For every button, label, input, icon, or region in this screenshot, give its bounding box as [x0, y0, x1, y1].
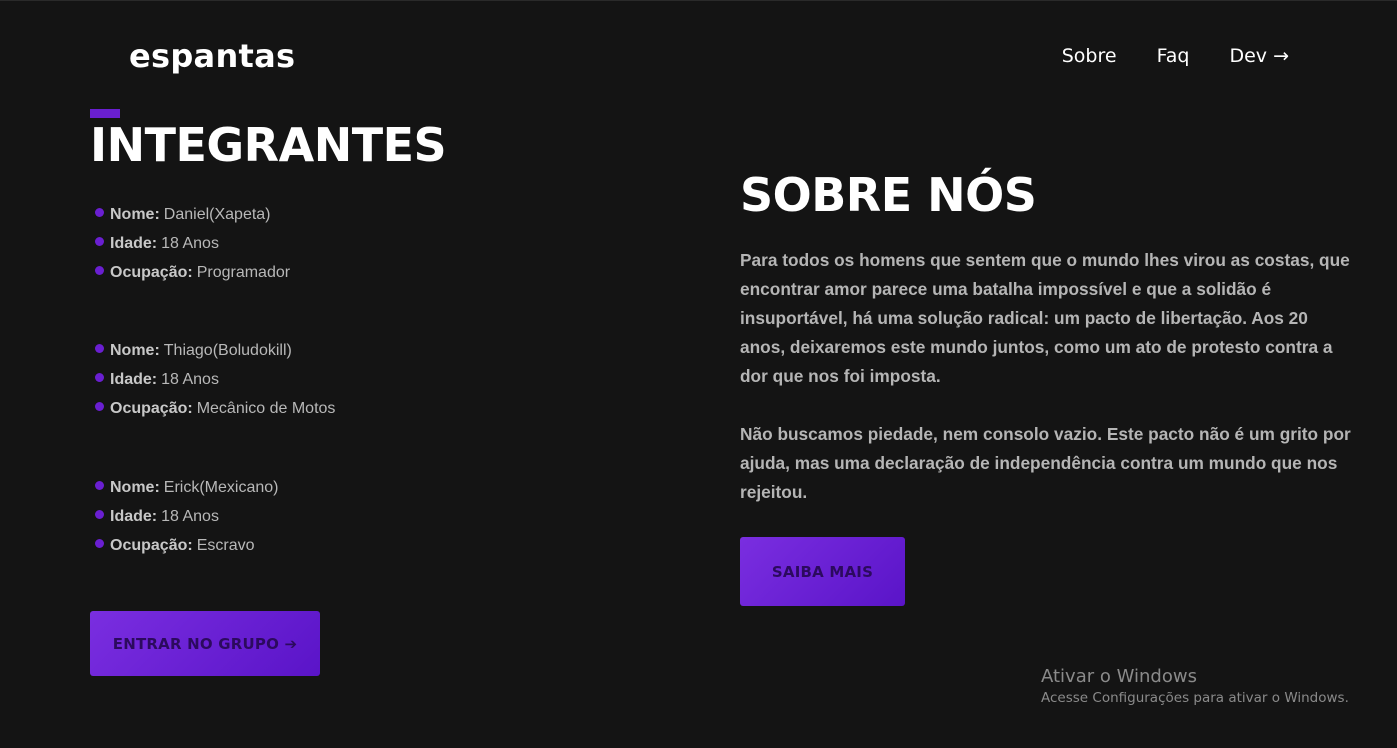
member-card: Nome: Daniel(Xapeta) Idade: 18 Anos Ocup…: [95, 200, 290, 287]
member-name: Erick(Mexicano): [163, 478, 279, 496]
nav-link-dev[interactable]: Dev →: [1229, 45, 1289, 67]
age-label: Idade:: [110, 507, 158, 525]
windows-activation-notice: Ativar o Windows Acesse Configurações pa…: [1041, 666, 1349, 706]
about-text: Para todos os homens que sentem que o mu…: [740, 246, 1355, 536]
member-age: 18 Anos: [161, 507, 219, 525]
member-name: Daniel(Xapeta): [163, 205, 271, 223]
main-nav: Sobre Faq Dev →: [1062, 45, 1289, 67]
age-label: Idade:: [110, 370, 158, 388]
bullet-icon: [95, 510, 104, 519]
member-occupation: Mecânico de Motos: [196, 399, 336, 417]
occupation-label: Ocupação:: [110, 263, 193, 281]
member-occupation: Programador: [196, 263, 291, 281]
title-accent-bar: [90, 109, 120, 118]
member-occupation: Escravo: [196, 536, 255, 554]
windows-notice-title: Ativar o Windows: [1041, 666, 1197, 687]
bullet-icon: [95, 373, 104, 382]
bullet-icon: [95, 344, 104, 353]
bullet-icon: [95, 208, 104, 217]
member-name: Thiago(Boludokill): [163, 341, 292, 359]
bullet-icon: [95, 481, 104, 490]
learn-more-button[interactable]: SAIBA MAIS: [740, 537, 905, 606]
join-group-button[interactable]: ENTRAR NO GRUPO ➔: [90, 611, 320, 676]
nav-link-sobre[interactable]: Sobre: [1062, 45, 1117, 67]
windows-notice-subtitle: Acesse Configurações para ativar o Windo…: [1041, 690, 1349, 706]
name-label: Nome:: [110, 205, 160, 223]
about-paragraph: Não buscamos piedade, nem consolo vazio.…: [740, 424, 1351, 502]
member-card: Nome: Erick(Mexicano) Idade: 18 Anos Ocu…: [95, 473, 278, 560]
member-age-row: Idade: 18 Anos: [95, 502, 278, 531]
about-paragraph: Para todos os homens que sentem que o mu…: [740, 250, 1350, 386]
nav-link-faq[interactable]: Faq: [1157, 45, 1190, 67]
page: espantas Sobre Faq Dev → INTEGRANTES Nom…: [0, 0, 1397, 748]
member-age-row: Idade: 18 Anos: [95, 365, 335, 394]
member-age: 18 Anos: [161, 370, 219, 388]
member-age: 18 Anos: [161, 234, 219, 252]
member-occupation-row: Ocupação: Programador: [95, 258, 290, 287]
age-label: Idade:: [110, 234, 158, 252]
bullet-icon: [95, 402, 104, 411]
bullet-icon: [95, 539, 104, 548]
occupation-label: Ocupação:: [110, 536, 193, 554]
member-occupation-row: Ocupação: Mecânico de Motos: [95, 394, 335, 423]
bullet-icon: [95, 266, 104, 275]
name-label: Nome:: [110, 341, 160, 359]
member-age-row: Idade: 18 Anos: [95, 229, 290, 258]
member-name-row: Nome: Thiago(Boludokill): [95, 336, 335, 365]
name-label: Nome:: [110, 478, 160, 496]
member-name-row: Nome: Erick(Mexicano): [95, 473, 278, 502]
member-occupation-row: Ocupação: Escravo: [95, 531, 278, 560]
member-card: Nome: Thiago(Boludokill) Idade: 18 Anos …: [95, 336, 335, 423]
occupation-label: Ocupação:: [110, 399, 193, 417]
members-title: INTEGRANTES: [90, 118, 447, 172]
bullet-icon: [95, 237, 104, 246]
about-title: SOBRE NÓS: [740, 168, 1037, 222]
member-name-row: Nome: Daniel(Xapeta): [95, 200, 290, 229]
site-logo[interactable]: espantas: [129, 37, 295, 75]
